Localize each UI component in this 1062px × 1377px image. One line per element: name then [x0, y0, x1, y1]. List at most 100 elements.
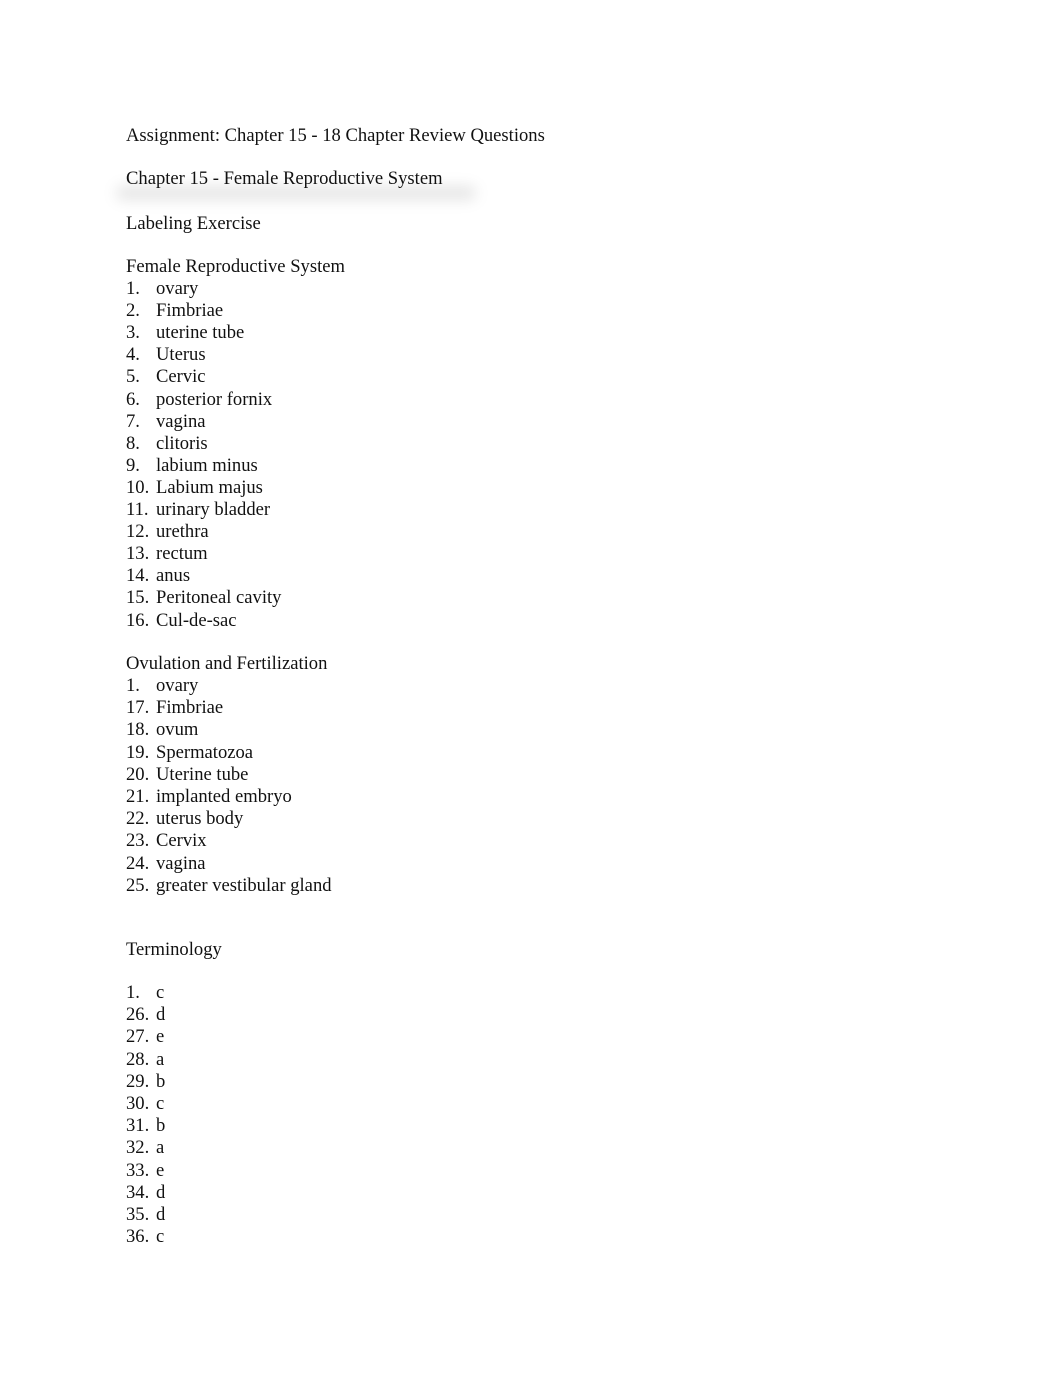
item-number: 1.: [126, 675, 140, 696]
list-item: 26. d: [126, 1004, 165, 1026]
item-text: ovary: [156, 278, 199, 299]
list-item: 9. labium minus: [126, 455, 258, 477]
item-text: posterior fornix: [156, 389, 273, 410]
item-number: 26.: [126, 1004, 150, 1025]
item-text: a: [156, 1049, 165, 1070]
assignment-title: Assignment: Chapter 15 - 18 Chapter Revi…: [126, 125, 545, 146]
item-number: 4.: [126, 344, 140, 365]
item-number: 2.: [126, 300, 140, 321]
list-item: 17. Fimbriae: [126, 697, 223, 719]
item-number: 30.: [126, 1093, 150, 1114]
item-number: 3.: [126, 322, 140, 343]
chapter-title: Chapter 15 - Female Reproductive System: [126, 168, 443, 189]
list-item: 6. posterior fornix: [126, 389, 272, 411]
item-text: d: [156, 1182, 166, 1203]
item-number: 15.: [126, 587, 150, 608]
item-number: 20.: [126, 764, 150, 785]
item-number: 9.: [126, 455, 140, 476]
list-item: 7. vagina: [126, 411, 206, 433]
item-text: c: [156, 982, 165, 1003]
list-item: 34. d: [126, 1182, 165, 1204]
item-text: Uterus: [156, 344, 206, 365]
item-number: 32.: [126, 1137, 150, 1158]
item-text: d: [156, 1004, 166, 1025]
list-item: 1. ovary: [126, 675, 198, 697]
item-text: e: [156, 1026, 165, 1047]
list-item: 24. vagina: [126, 853, 206, 875]
item-number: 6.: [126, 389, 140, 410]
item-text: clitoris: [156, 433, 208, 454]
item-number: 34.: [126, 1182, 150, 1203]
item-number: 11.: [126, 499, 149, 520]
item-text: Spermatozoa: [156, 742, 254, 763]
item-number: 35.: [126, 1204, 150, 1225]
item-number: 28.: [126, 1049, 150, 1070]
item-text: b: [156, 1071, 166, 1092]
item-number: 7.: [126, 411, 140, 432]
list-item: 22. uterus body: [126, 808, 243, 830]
item-number: 13.: [126, 543, 150, 564]
list-item: 23. Cervix: [126, 830, 207, 852]
item-text: d: [156, 1204, 166, 1225]
item-number: 17.: [126, 697, 150, 718]
list-item: 1. c: [126, 982, 164, 1004]
list-item: 1. ovary: [126, 278, 198, 300]
item-number: 14.: [126, 565, 150, 586]
item-text: a: [156, 1137, 165, 1158]
list-item: 11. urinary bladder: [126, 499, 270, 521]
item-text: Cervic: [156, 366, 206, 387]
item-text: Cervix: [156, 830, 207, 851]
item-number: 33.: [126, 1160, 150, 1181]
item-number: 31.: [126, 1115, 150, 1136]
item-text: vagina: [156, 411, 206, 432]
item-number: 5.: [126, 366, 140, 387]
list-item: 12. urethra: [126, 521, 209, 543]
item-text: vagina: [156, 853, 206, 874]
list-item: 13. rectum: [126, 543, 208, 565]
item-number: 36.: [126, 1226, 150, 1247]
item-number: 24.: [126, 853, 150, 874]
list-item: 16. Cul-de-sac: [126, 610, 237, 632]
item-number: 25.: [126, 875, 150, 896]
item-number: 22.: [126, 808, 150, 829]
section-heading-terminology: Terminology: [126, 939, 222, 960]
list-item: 15. Peritoneal cavity: [126, 587, 281, 609]
item-text: e: [156, 1160, 165, 1181]
item-text: Fimbriae: [156, 300, 224, 321]
list-item: 4. Uterus: [126, 344, 206, 366]
item-text: ovary: [156, 675, 199, 696]
item-number: 23.: [126, 830, 150, 851]
item-number: 21.: [126, 786, 150, 807]
item-text: Uterine tube: [156, 764, 249, 785]
list-item: 8. clitoris: [126, 433, 208, 455]
list-item: 18. ovum: [126, 719, 198, 741]
item-number: 12.: [126, 521, 150, 542]
item-number: 29.: [126, 1071, 150, 1092]
list-item: 2. Fimbriae: [126, 300, 223, 322]
item-number: 1.: [126, 982, 140, 1003]
list-item: 19. Spermatozoa: [126, 742, 253, 764]
item-text: rectum: [156, 543, 208, 564]
item-text: Fimbriae: [156, 697, 224, 718]
item-text: b: [156, 1115, 166, 1136]
list-item: 10. Labium majus: [126, 477, 263, 499]
item-number: 10.: [126, 477, 150, 498]
list-item: 33. e: [126, 1160, 164, 1182]
item-text: urinary bladder: [156, 499, 271, 520]
list-item: 31. b: [126, 1115, 165, 1137]
list-item: 5. Cervic: [126, 366, 206, 388]
item-number: 27.: [126, 1026, 150, 1047]
item-text: ovum: [156, 719, 199, 740]
item-text: c: [156, 1093, 165, 1114]
list-item: 20. Uterine tube: [126, 764, 248, 786]
item-text: urethra: [156, 521, 209, 542]
item-number: 19.: [126, 742, 150, 763]
item-text: Peritoneal cavity: [156, 587, 282, 608]
list-item: 36. c: [126, 1226, 164, 1248]
item-text: Cul-de-sac: [156, 610, 237, 631]
item-text: labium minus: [156, 455, 258, 476]
item-number: 18.: [126, 719, 150, 740]
section-heading-female-reproductive-system: Female Reproductive System: [126, 256, 345, 277]
list-item: 32. a: [126, 1137, 164, 1159]
list-item: 14. anus: [126, 565, 190, 587]
